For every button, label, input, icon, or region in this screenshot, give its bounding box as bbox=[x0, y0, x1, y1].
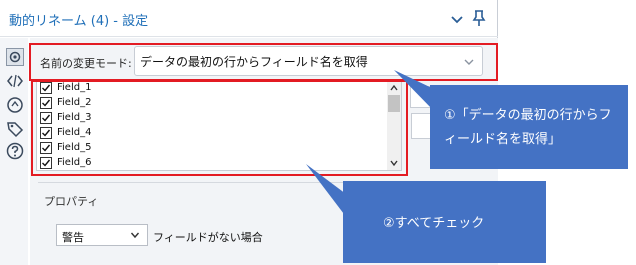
window-title: 動的リネーム (4) - 設定 bbox=[9, 14, 149, 29]
collapse-chevron-icon[interactable] bbox=[448, 10, 466, 28]
pin-icon[interactable] bbox=[470, 9, 488, 27]
gear-icon[interactable] bbox=[6, 48, 24, 66]
help-icon[interactable] bbox=[6, 142, 24, 160]
highlight-field-list bbox=[31, 80, 408, 176]
chevron-down-icon[interactable] bbox=[130, 230, 140, 240]
callout-one-text: ①「データの最初の行からフィールド名を取得」 bbox=[444, 108, 612, 147]
callout-two-text: ②すべてチェック bbox=[383, 216, 485, 231]
properties-section-label: プロパティ bbox=[44, 195, 99, 208]
highlight-mode-row bbox=[29, 43, 498, 81]
missing-field-action-value: 警告 bbox=[62, 231, 84, 244]
missing-field-action-label: フィールドがない場合 bbox=[153, 231, 263, 244]
code-icon[interactable] bbox=[6, 72, 24, 90]
tag-icon[interactable] bbox=[6, 120, 24, 138]
rename-icon[interactable] bbox=[6, 96, 24, 114]
